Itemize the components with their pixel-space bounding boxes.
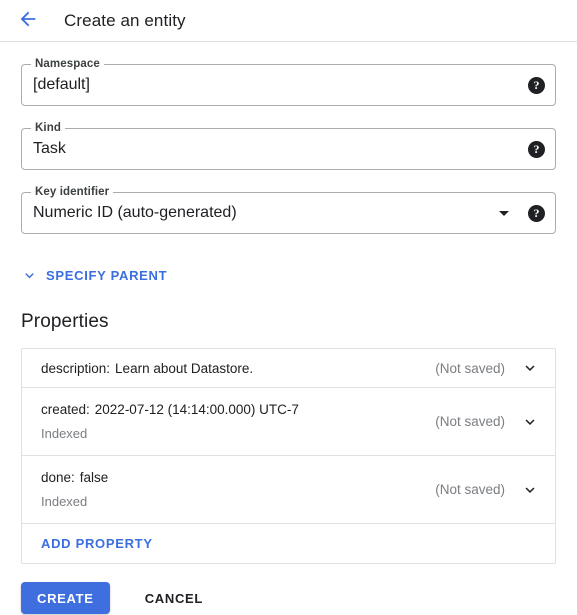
property-line: done: false xyxy=(41,470,435,485)
status-badge: (Not saved) xyxy=(435,482,505,497)
property-indexed: Indexed xyxy=(41,494,88,509)
key-identifier-select[interactable]: Key identifier Numeric ID (auto-generate… xyxy=(21,185,556,234)
back-button[interactable] xyxy=(14,7,42,35)
property-line: description: Learn about Datastore. xyxy=(41,361,435,376)
specify-parent-toggle[interactable]: SPECIFY PARENT xyxy=(21,267,167,284)
property-indexed: Indexed xyxy=(41,426,88,441)
key-identifier-value[interactable]: Numeric ID (auto-generated) xyxy=(33,204,499,222)
arrow-left-icon xyxy=(17,8,39,33)
table-row[interactable]: description: Learn about Datastore. (Not … xyxy=(22,349,555,388)
chevron-down-icon xyxy=(21,267,38,284)
property-content: description: Learn about Datastore. xyxy=(41,361,435,376)
chevron-down-icon[interactable] xyxy=(521,413,539,431)
namespace-label: Namespace xyxy=(31,57,104,71)
property-value: false xyxy=(79,470,109,485)
cancel-button[interactable]: CANCEL xyxy=(135,582,213,614)
status-badge: (Not saved) xyxy=(435,414,505,429)
property-content: created: 2022-07-12 (14:14:00.000) UTC-7 … xyxy=(41,402,435,441)
namespace-field[interactable]: Namespace [default] ? xyxy=(21,57,556,106)
page-header: Create an entity xyxy=(0,0,577,42)
property-line: created: 2022-07-12 (14:14:00.000) UTC-7 xyxy=(41,402,435,417)
chevron-down-icon[interactable] xyxy=(521,481,539,499)
property-content: done: false Indexed xyxy=(41,470,435,509)
kind-label: Kind xyxy=(31,121,65,135)
form-content: Namespace [default] ? Kind Task ? Key id… xyxy=(0,57,577,564)
chevron-down-icon[interactable] xyxy=(521,359,539,377)
table-row[interactable]: done: false Indexed (Not saved) xyxy=(22,456,555,524)
kind-field[interactable]: Kind Task ? xyxy=(21,121,556,170)
table-row[interactable]: created: 2022-07-12 (14:14:00.000) UTC-7 … xyxy=(22,388,555,456)
property-key: description: xyxy=(41,360,111,376)
form-actions: CREATE CANCEL xyxy=(0,582,577,614)
property-value: Learn about Datastore. xyxy=(115,360,254,376)
add-property-label: ADD PROPERTY xyxy=(41,536,153,551)
properties-card: description: Learn about Datastore. (Not … xyxy=(21,348,556,564)
status-badge: (Not saved) xyxy=(435,360,505,376)
kind-value[interactable]: Task xyxy=(33,140,522,158)
property-key: done: xyxy=(41,470,75,485)
property-value: 2022-07-12 (14:14:00.000) UTC-7 xyxy=(94,402,299,417)
property-key: created: xyxy=(41,402,90,417)
help-icon[interactable]: ? xyxy=(528,140,545,158)
specify-parent-label: SPECIFY PARENT xyxy=(46,268,168,283)
create-button[interactable]: CREATE xyxy=(21,582,110,614)
properties-heading: Properties xyxy=(21,311,109,332)
page-title: Create an entity xyxy=(64,10,186,30)
key-identifier-label: Key identifier xyxy=(31,185,114,199)
chevron-down-icon[interactable] xyxy=(499,210,509,216)
help-icon[interactable]: ? xyxy=(528,204,545,222)
namespace-value[interactable]: [default] xyxy=(33,76,522,94)
add-property-button[interactable]: ADD PROPERTY xyxy=(22,524,555,563)
help-icon[interactable]: ? xyxy=(528,76,545,94)
